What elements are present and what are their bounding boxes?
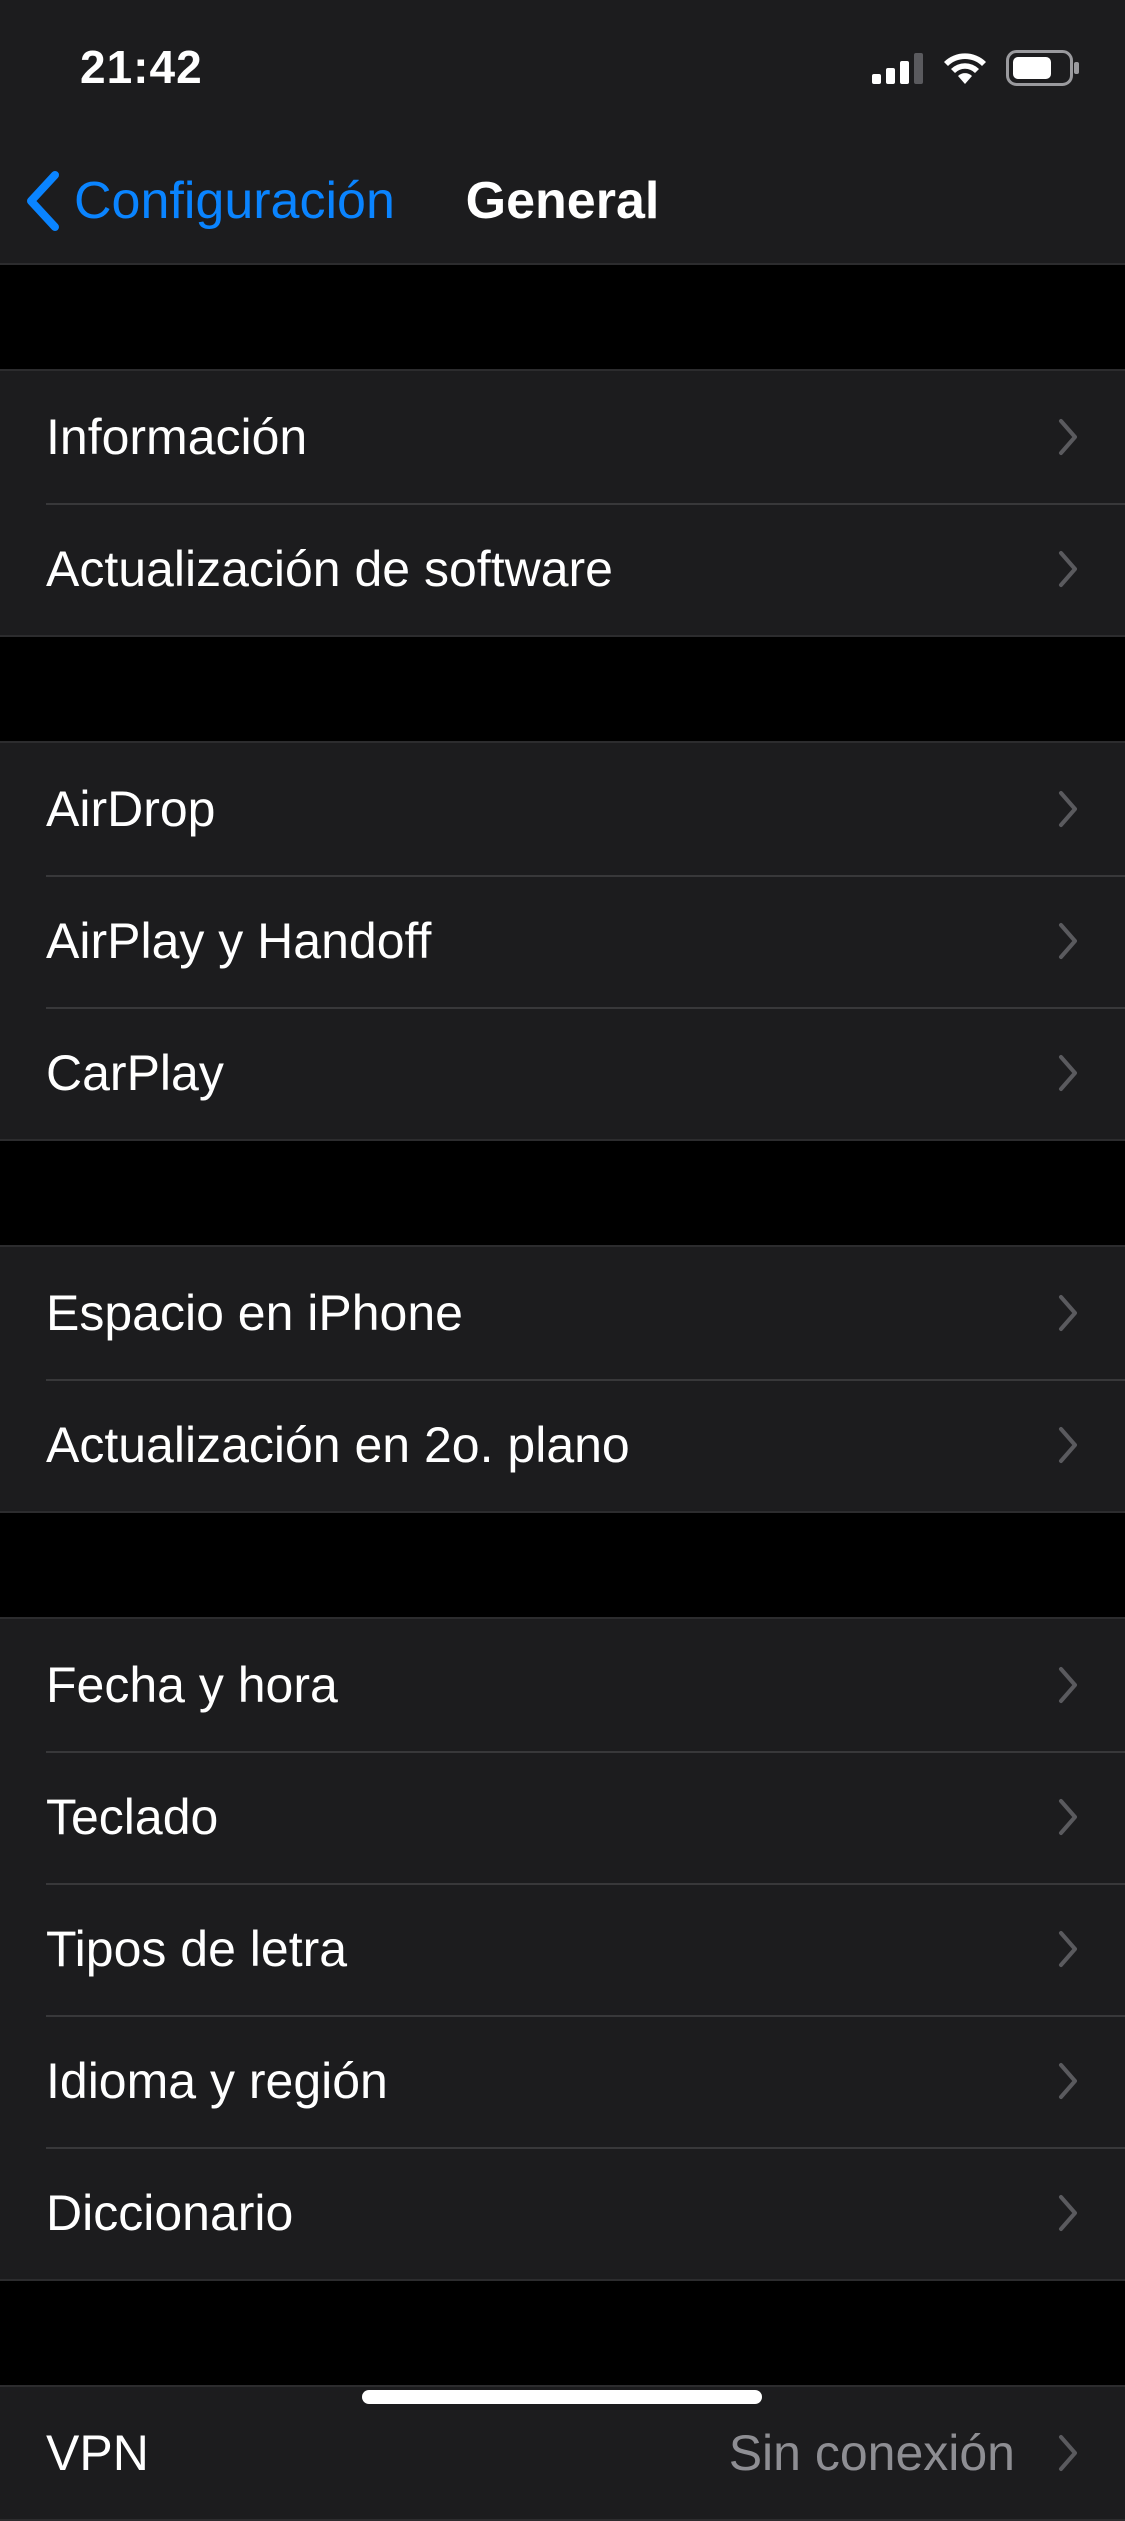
row-fecha-hora[interactable]: Fecha y hora [0,1619,1125,1751]
home-indicator[interactable] [362,2390,762,2404]
chevron-right-icon [1059,1667,1077,1703]
row-idioma-region[interactable]: Idioma y región [0,2015,1125,2147]
chevron-right-icon [1059,1931,1077,1967]
section-spacer [0,1141,1125,1245]
settings-list: Información Actualización de software Ai… [0,265,1125,2521]
status-icons [872,48,1080,88]
page-title: General [465,172,660,230]
row-label: AirPlay y Handoff [46,913,432,969]
settings-group-locale: Fecha y hora Teclado Tipos de letra Idio… [0,1617,1125,2281]
chevron-right-icon [1059,2435,1077,2471]
row-airdrop[interactable]: AirDrop [0,743,1125,875]
row-label: Información [46,409,308,465]
row-actualizacion-segundo-plano[interactable]: Actualización en 2o. plano [0,1379,1125,1511]
row-label: Idioma y región [46,2053,388,2109]
chevron-right-icon [1059,1799,1077,1835]
row-espacio-iphone[interactable]: Espacio en iPhone [0,1247,1125,1379]
row-diccionario[interactable]: Diccionario [0,2147,1125,2279]
chevron-right-icon [1059,1295,1077,1331]
row-label: Fecha y hora [46,1657,338,1713]
row-carplay[interactable]: CarPlay [0,1007,1125,1139]
section-spacer [0,1513,1125,1617]
row-actualizacion-software[interactable]: Actualización de software [0,503,1125,635]
wifi-icon [944,53,986,84]
settings-group-storage: Espacio en iPhone Actualización en 2o. p… [0,1245,1125,1513]
navigation-bar: Configuración General [0,140,1125,265]
settings-group-about: Información Actualización de software [0,369,1125,637]
section-spacer [0,637,1125,741]
status-bar: 21:42 [0,0,1125,140]
row-label: AirDrop [46,781,216,837]
status-time: 21:42 [80,41,203,93]
row-label: Actualización de software [46,541,613,597]
row-label: CarPlay [46,1045,224,1101]
row-label: Teclado [46,1789,219,1845]
chevron-right-icon [1059,1055,1077,1091]
chevron-right-icon [1059,923,1077,959]
row-label: Tipos de letra [46,1921,348,1977]
chevron-right-icon [1059,791,1077,827]
settings-group-vpn: VPN Sin conexión [0,2385,1125,2521]
row-teclado[interactable]: Teclado [0,1751,1125,1883]
chevron-right-icon [1059,1427,1077,1463]
row-airplay-handoff[interactable]: AirPlay y Handoff [0,875,1125,1007]
row-label: Diccionario [46,2185,294,2241]
settings-group-connectivity: AirDrop AirPlay y Handoff CarPlay [0,741,1125,1141]
row-label: VPN [46,2425,149,2481]
section-spacer [0,265,1125,369]
row-tipos-letra[interactable]: Tipos de letra [0,1883,1125,2015]
chevron-right-icon [1059,2195,1077,2231]
cellular-signal-icon [872,53,923,84]
chevron-right-icon [1059,2063,1077,2099]
row-vpn[interactable]: VPN Sin conexión [0,2387,1125,2519]
chevron-right-icon [1059,551,1077,587]
row-informacion[interactable]: Información [0,371,1125,503]
section-spacer [0,2281,1125,2385]
row-label: Actualización en 2o. plano [46,1417,630,1473]
vpn-status-value: Sin conexión [728,2425,1015,2481]
chevron-right-icon [1059,419,1077,455]
row-label: Espacio en iPhone [46,1285,463,1341]
battery-icon [1006,50,1079,86]
